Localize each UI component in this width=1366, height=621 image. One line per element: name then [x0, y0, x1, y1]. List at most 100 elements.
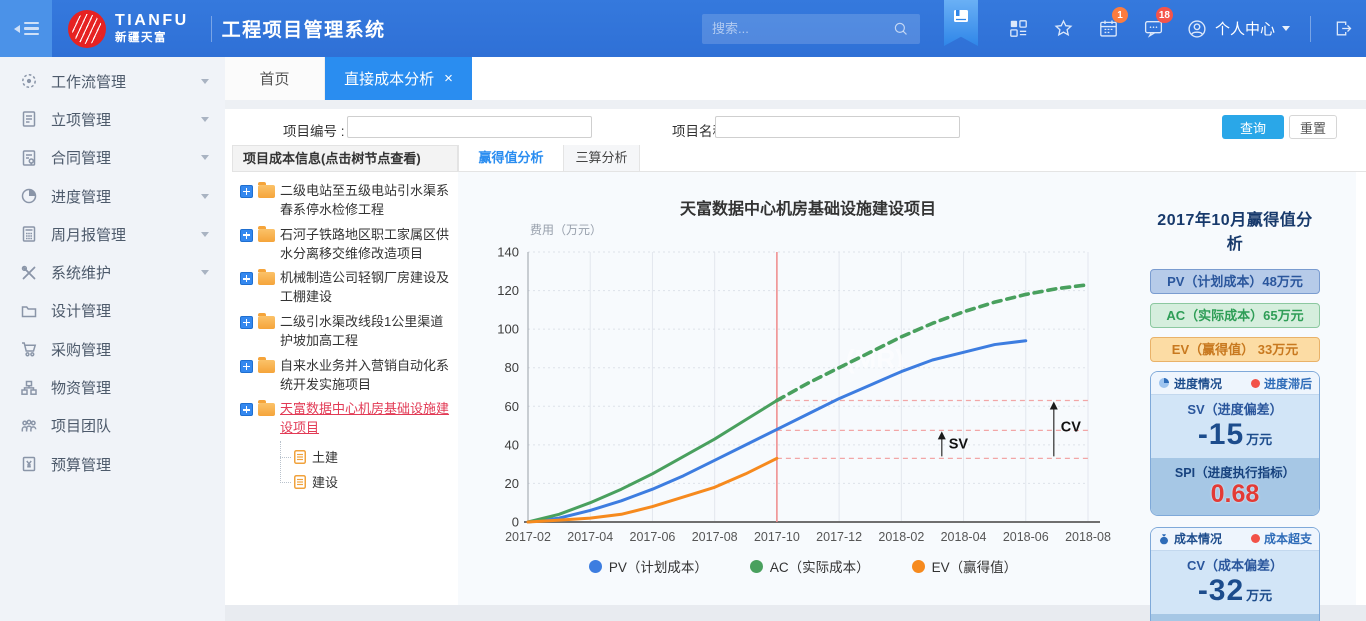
expand-plus-icon[interactable] [240, 272, 253, 285]
sidebar-item[interactable]: 系统维护 [0, 253, 225, 291]
sidebar: 工作流管理立项管理合同管理进度管理周月报管理系统维护设计管理采购管理物资管理项目… [0, 57, 225, 621]
tree-node[interactable]: 石河子铁路地区职工家属区供水分离移交维修改造项目 [240, 226, 450, 264]
svg-text:140: 140 [497, 245, 519, 260]
moneybag-icon [1158, 533, 1170, 545]
tree-leaf-label: 土建 [312, 447, 338, 466]
sidebar-item-label: 周月报管理 [51, 224, 126, 245]
report-calc-icon [20, 225, 38, 243]
bookmark-ribbon-icon[interactable] [944, 0, 978, 46]
sidebar-item-label: 项目团队 [51, 415, 111, 436]
top-header: TIANFU 新疆天富 工程项目管理系统 1 18 个 [0, 0, 1366, 57]
sidebar-item-label: 立项管理 [51, 109, 111, 130]
search-input[interactable] [712, 21, 892, 36]
project-tree-panel: 项目成本信息(点击树节点查看) 二级电站至五级电站引水渠系春系停水检修工程石河子… [232, 145, 458, 605]
sidebar-collapse-button[interactable] [0, 0, 52, 57]
favorites-star-icon[interactable] [1041, 0, 1086, 57]
cv-label: CV（成本偏差） [1151, 555, 1319, 574]
legend-item[interactable]: AC（实际成本） [750, 556, 870, 576]
materials-blocks-icon [20, 379, 38, 397]
expand-plus-icon[interactable] [240, 316, 253, 329]
tree-node[interactable]: 机械制造公司轻钢厂房建设及工棚建设 [240, 269, 450, 307]
evm-chart-region: 0204060801001201402017-022017-042017-062… [458, 172, 1356, 605]
sidebar-item[interactable]: 工作流管理 [0, 62, 225, 100]
project-no-input[interactable] [347, 116, 592, 138]
tree-node-label[interactable]: 自来水业务并入营销自动化系统开发实施项目 [280, 357, 450, 395]
tab-earned-value-analysis[interactable]: 赢得值分析 [458, 145, 564, 171]
expand-plus-icon[interactable] [240, 229, 253, 242]
tianfu-logo-icon [68, 10, 106, 48]
project-doc-icon [20, 110, 38, 128]
messages-icon[interactable]: 18 [1131, 0, 1176, 57]
status-dot-icon [1251, 534, 1260, 543]
sidebar-item[interactable]: 立项管理 [0, 100, 225, 138]
sidebar-item[interactable]: 进度管理 [0, 177, 225, 215]
project-name-input[interactable] [715, 116, 960, 138]
svg-text:2017-12: 2017-12 [816, 530, 862, 544]
chevron-down-icon [201, 79, 209, 84]
folder-icon [258, 272, 275, 285]
svg-text:CV: CV [1061, 419, 1081, 435]
cv-value: -32 [1198, 574, 1244, 607]
legend-label: PV（计划成本） [609, 556, 708, 576]
expand-plus-icon[interactable] [240, 360, 253, 373]
evm-chart: 0204060801001201402017-022017-042017-062… [458, 182, 1148, 552]
sidebar-item[interactable]: 项目团队 [0, 407, 225, 445]
calendar-icon[interactable]: 1 [1086, 0, 1131, 57]
app-window: TIANFU 新疆天富 工程项目管理系统 1 18 个 [0, 0, 1366, 621]
tree-node-label[interactable]: 天富数据中心机房基础设施建设项目 [280, 400, 450, 438]
tree-leaf[interactable]: 建设 [280, 469, 450, 494]
tree-node-label[interactable]: 石河子铁路地区职工家属区供水分离移交维修改造项目 [280, 226, 450, 264]
chevron-down-icon [201, 194, 209, 199]
tab-home[interactable]: 首页 [225, 57, 325, 100]
sv-value: -15 [1198, 418, 1244, 451]
sidebar-item[interactable]: 合同管理 [0, 139, 225, 177]
user-menu[interactable]: 个人中心 [1186, 18, 1290, 40]
tree-leaf[interactable]: 土建 [280, 444, 450, 469]
spi-label: SPI（进度执行指标） [1151, 462, 1319, 481]
apps-grid-icon[interactable] [996, 0, 1041, 57]
search-icon[interactable] [892, 20, 910, 38]
tree-node[interactable]: 二级电站至五级电站引水渠系春系停水检修工程 [240, 182, 450, 220]
search-button[interactable]: 查询 [1222, 115, 1284, 139]
tab-direct-cost-analysis[interactable]: 直接成本分析 × [325, 57, 472, 100]
reset-button[interactable]: 重置 [1289, 115, 1337, 139]
cpi-label: CPI（成本执行指标） [1151, 618, 1319, 621]
tree-children: 土建建设 [280, 444, 450, 494]
folder-icon [258, 360, 275, 373]
tree-node-label[interactable]: 二级电站至五级电站引水渠系春系停水检修工程 [280, 182, 450, 220]
svg-text:80: 80 [505, 360, 519, 375]
tab-three-calc-analysis[interactable]: 三算分析 [564, 145, 640, 171]
sidebar-item[interactable]: 采购管理 [0, 330, 225, 368]
tree-node[interactable]: 二级引水渠改线段1公里渠道护坡加高工程 [240, 313, 450, 351]
cost-card: 成本情况 成本超支 CV（成本偏差） -32万元 CPI（成本执行指标） 0.5 [1150, 527, 1320, 621]
svg-text:100: 100 [497, 322, 519, 337]
expand-plus-icon[interactable] [240, 185, 253, 198]
sv-unit: 万元 [1246, 432, 1272, 447]
tree-node-label[interactable]: 机械制造公司轻钢厂房建设及工棚建设 [280, 269, 450, 307]
document-icon [294, 450, 306, 464]
brand-subtitle: 新疆天富 [115, 29, 189, 45]
sidebar-item-label: 设计管理 [51, 300, 111, 321]
expand-plus-icon[interactable] [240, 403, 253, 416]
close-icon[interactable]: × [444, 71, 453, 86]
svg-text:60: 60 [505, 399, 519, 414]
legend-item[interactable]: PV（计划成本） [589, 556, 708, 576]
menu-bars-icon [24, 22, 39, 36]
logout-icon[interactable] [1321, 0, 1366, 57]
tree-node[interactable]: 天富数据中心机房基础设施建设项目 [240, 400, 450, 438]
status-dot-icon [1251, 379, 1260, 388]
svg-text:2018-06: 2018-06 [1003, 530, 1049, 544]
sidebar-item-label: 进度管理 [51, 186, 111, 207]
legend-item[interactable]: EV（赢得值） [912, 556, 1018, 576]
sidebar-item[interactable]: 预算管理 [0, 445, 225, 483]
sv-label: SV（进度偏差） [1151, 399, 1319, 418]
sidebar-item[interactable]: 物资管理 [0, 368, 225, 406]
folder-icon [258, 316, 275, 329]
sidebar-item[interactable]: 设计管理 [0, 292, 225, 330]
tree-node-label[interactable]: 二级引水渠改线段1公里渠道护坡加高工程 [280, 313, 450, 351]
sidebar-item[interactable]: 周月报管理 [0, 215, 225, 253]
progress-card-title: 进度情况 [1174, 375, 1222, 392]
messages-badge: 18 [1156, 7, 1173, 23]
cost-card-title: 成本情况 [1174, 530, 1222, 547]
tree-node[interactable]: 自来水业务并入营销自动化系统开发实施项目 [240, 357, 450, 395]
